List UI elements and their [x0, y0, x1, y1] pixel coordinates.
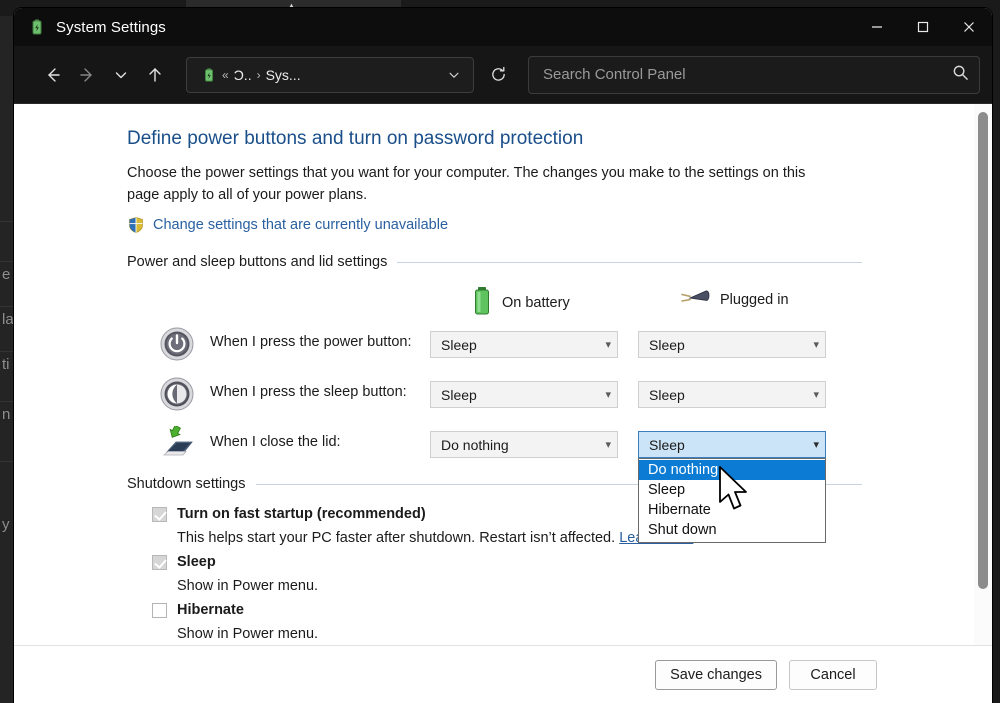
column-headers: On battery Plugged in: [127, 286, 974, 320]
power-button-plugged-in-value: Sleep: [649, 336, 685, 353]
chevron-down-icon[interactable]: ▾: [605, 338, 611, 351]
close-lid-battery-value: Do nothing: [441, 436, 509, 453]
cancel-button[interactable]: Cancel: [789, 659, 877, 690]
chevron-down-icon[interactable]: ▾: [813, 438, 819, 451]
dropdown-option-hibernate[interactable]: Hibernate: [639, 500, 825, 520]
forward-arrow-icon[interactable]: [70, 58, 104, 92]
setting-label-close-lid: When I close the lid:: [210, 434, 341, 450]
power-button-plugged-in-combobox[interactable]: Sleep ▾: [638, 331, 826, 358]
checkbox-sleep[interactable]: [152, 554, 167, 570]
chevron-down-icon[interactable]: ▾: [605, 438, 611, 451]
sleep-button-plugged-in-combobox[interactable]: Sleep ▾: [638, 381, 826, 408]
column-header-plugged-in-label: Plugged in: [720, 292, 789, 308]
checkbox-label-fast-startup: Turn on fast startup (recommended): [177, 506, 426, 522]
checkbox-sub-fast-startup: This helps start your PC faster after sh…: [127, 526, 974, 550]
footer-bar: Save changes Cancel: [14, 645, 992, 703]
page-title: Define power buttons and turn on passwor…: [127, 128, 584, 149]
checkbox-line-fast-startup[interactable]: Turn on fast startup (recommended): [127, 502, 974, 526]
dropdown-option-sleep[interactable]: Sleep: [639, 480, 825, 500]
checkbox-sub-text-fast-startup: This helps start your PC faster after sh…: [177, 530, 616, 546]
laptop-lid-icon: [159, 424, 195, 462]
chevron-down-icon[interactable]: ▾: [813, 388, 819, 401]
chevron-down-icon[interactable]: [104, 58, 138, 92]
sleep-button-battery-value: Sleep: [441, 386, 477, 403]
checkbox-sub-hibernate: Show in Power menu.: [177, 626, 319, 642]
vertical-scrollbar[interactable]: [974, 104, 992, 703]
battery-icon: [472, 286, 492, 320]
power-button-icon: [159, 326, 195, 362]
chevron-down-icon[interactable]: ▾: [813, 338, 819, 351]
power-button-battery-value: Sleep: [441, 336, 477, 353]
power-plan-icon: [201, 67, 217, 83]
up-arrow-icon[interactable]: [138, 58, 172, 92]
checkbox-line-sleep[interactable]: Sleep: [127, 550, 974, 574]
background-text-fragment: y: [2, 516, 10, 533]
address-toolbar: « Ɔ.. › Sys...: [14, 46, 992, 104]
power-group-heading: Power and sleep buttons and lid settings: [127, 254, 862, 270]
sleep-button-battery-combobox[interactable]: Sleep ▾: [430, 381, 618, 408]
breadcrumb-overflow[interactable]: «: [222, 68, 229, 82]
close-lid-plugged-in-combobox[interactable]: Sleep ▾: [638, 431, 826, 458]
sleep-moon-icon: [159, 376, 195, 412]
checkbox-row-hibernate: Hibernate Show in Power menu.: [127, 598, 974, 646]
breadcrumb-separator: ›: [256, 67, 261, 82]
background-text-fragment: n: [2, 406, 11, 423]
checkbox-label-hibernate: Hibernate: [177, 602, 244, 618]
page-content: Define power buttons and turn on passwor…: [14, 104, 992, 703]
search-icon[interactable]: [952, 64, 969, 86]
window-title: System Settings: [56, 18, 166, 36]
window-titlebar: System Settings: [14, 8, 992, 46]
breadcrumb-segment-truncated[interactable]: Ɔ..: [234, 67, 252, 83]
checkbox-hibernate[interactable]: [152, 602, 167, 618]
checkbox-fast-startup[interactable]: [152, 506, 167, 522]
refresh-icon[interactable]: [482, 59, 514, 91]
breadcrumb[interactable]: « Ɔ.. › Sys...: [186, 56, 474, 93]
dropdown-option-shut-down[interactable]: Shut down: [639, 520, 825, 540]
save-changes-button[interactable]: Save changes: [655, 659, 777, 690]
column-header-plugged-in: Plugged in: [680, 286, 789, 314]
search-input[interactable]: [543, 66, 952, 83]
background-text-fragment: ti: [2, 356, 10, 373]
setting-label-power-button: When I press the power button:: [210, 334, 412, 350]
setting-row-close-lid: When I close the lid: Do nothing ▾ Sleep…: [127, 420, 974, 543]
close-lid-plugged-in-value: Sleep: [649, 436, 685, 453]
column-header-on-battery: On battery: [472, 286, 570, 320]
close-icon[interactable]: [946, 8, 992, 46]
minimize-icon[interactable]: [854, 8, 900, 46]
column-header-on-battery-label: On battery: [502, 295, 570, 311]
checkbox-sub-sleep: Show in Power menu.: [177, 578, 319, 594]
setting-row-power-button: When I press the power button: Sleep ▾ S…: [127, 320, 974, 370]
checkbox-line-hibernate[interactable]: Hibernate: [127, 598, 974, 622]
checkbox-row-sleep: Sleep Show in Power menu.: [127, 550, 974, 598]
scrollbar-thumb[interactable]: [978, 112, 988, 589]
power-group-heading-label: Power and sleep buttons and lid settings: [127, 254, 388, 270]
power-plug-icon: [680, 286, 710, 314]
power-button-battery-combobox[interactable]: Sleep ▾: [430, 331, 618, 358]
setting-label-sleep-button: When I press the sleep button:: [210, 384, 407, 400]
close-lid-plugged-in-dropdown-list[interactable]: Do nothing Sleep Hibernate Shut down: [638, 458, 826, 543]
maximize-icon[interactable]: [900, 8, 946, 46]
sleep-button-plugged-in-value: Sleep: [649, 386, 685, 403]
setting-row-sleep-button: When I press the sleep button: Sleep ▾ S…: [127, 370, 974, 420]
close-lid-battery-combobox[interactable]: Do nothing ▾: [430, 431, 618, 458]
shutdown-group-heading-label: Shutdown settings: [127, 476, 246, 492]
page-description: Choose the power settings that you want …: [127, 165, 806, 203]
breadcrumb-segment-system[interactable]: Sys...: [266, 67, 301, 83]
change-settings-link[interactable]: Change settings that are currently unava…: [153, 217, 448, 233]
shield-icon: [127, 216, 145, 234]
uac-link-row[interactable]: Change settings that are currently unava…: [127, 216, 974, 234]
chevron-down-icon[interactable]: [441, 62, 467, 88]
divider: [397, 261, 862, 263]
power-plan-icon: [28, 18, 46, 36]
checkbox-label-sleep: Sleep: [177, 554, 216, 570]
back-arrow-icon[interactable]: [36, 58, 70, 92]
search-box[interactable]: [528, 55, 980, 94]
background-text-fragment: la: [2, 311, 14, 328]
system-settings-window: System Settings « Ɔ.. › Sys... Search Co…: [14, 8, 992, 703]
checkbox-row-fast-startup: Turn on fast startup (recommended) This …: [127, 502, 974, 550]
chevron-down-icon[interactable]: ▾: [605, 388, 611, 401]
window-controls: [854, 8, 992, 46]
dropdown-option-do-nothing[interactable]: Do nothing: [639, 460, 825, 480]
